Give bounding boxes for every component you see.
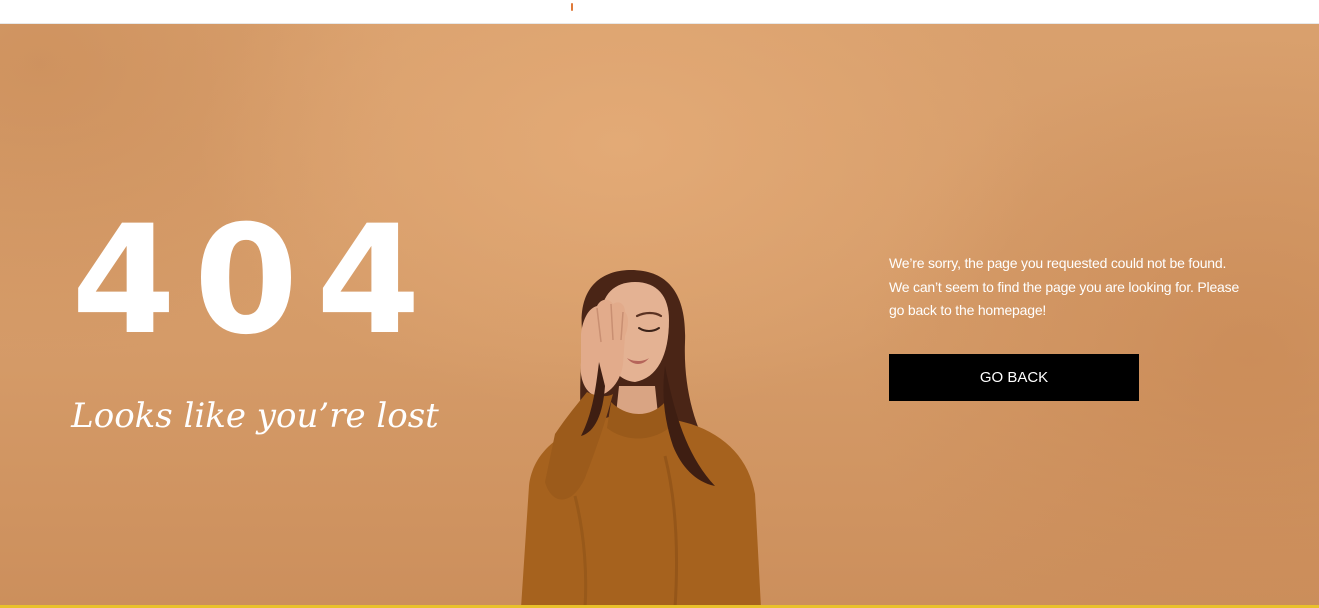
header-marker [571,3,573,11]
message-line: We can’t seem to find the page you are l… [889,278,1240,295]
go-back-button[interactable]: GO BACK [889,354,1139,401]
woman-facepalm-image [521,270,761,608]
message-line: We’re sorry, the page you requested coul… [889,255,1227,271]
error-message: We’re sorry, the page you requested coul… [889,252,1249,323]
error-code: 404 [71,194,439,368]
error-tagline: Looks like you’re lost [71,396,439,436]
message-line: go back to the homepage! [889,302,1047,318]
top-header-bar [0,0,1319,24]
